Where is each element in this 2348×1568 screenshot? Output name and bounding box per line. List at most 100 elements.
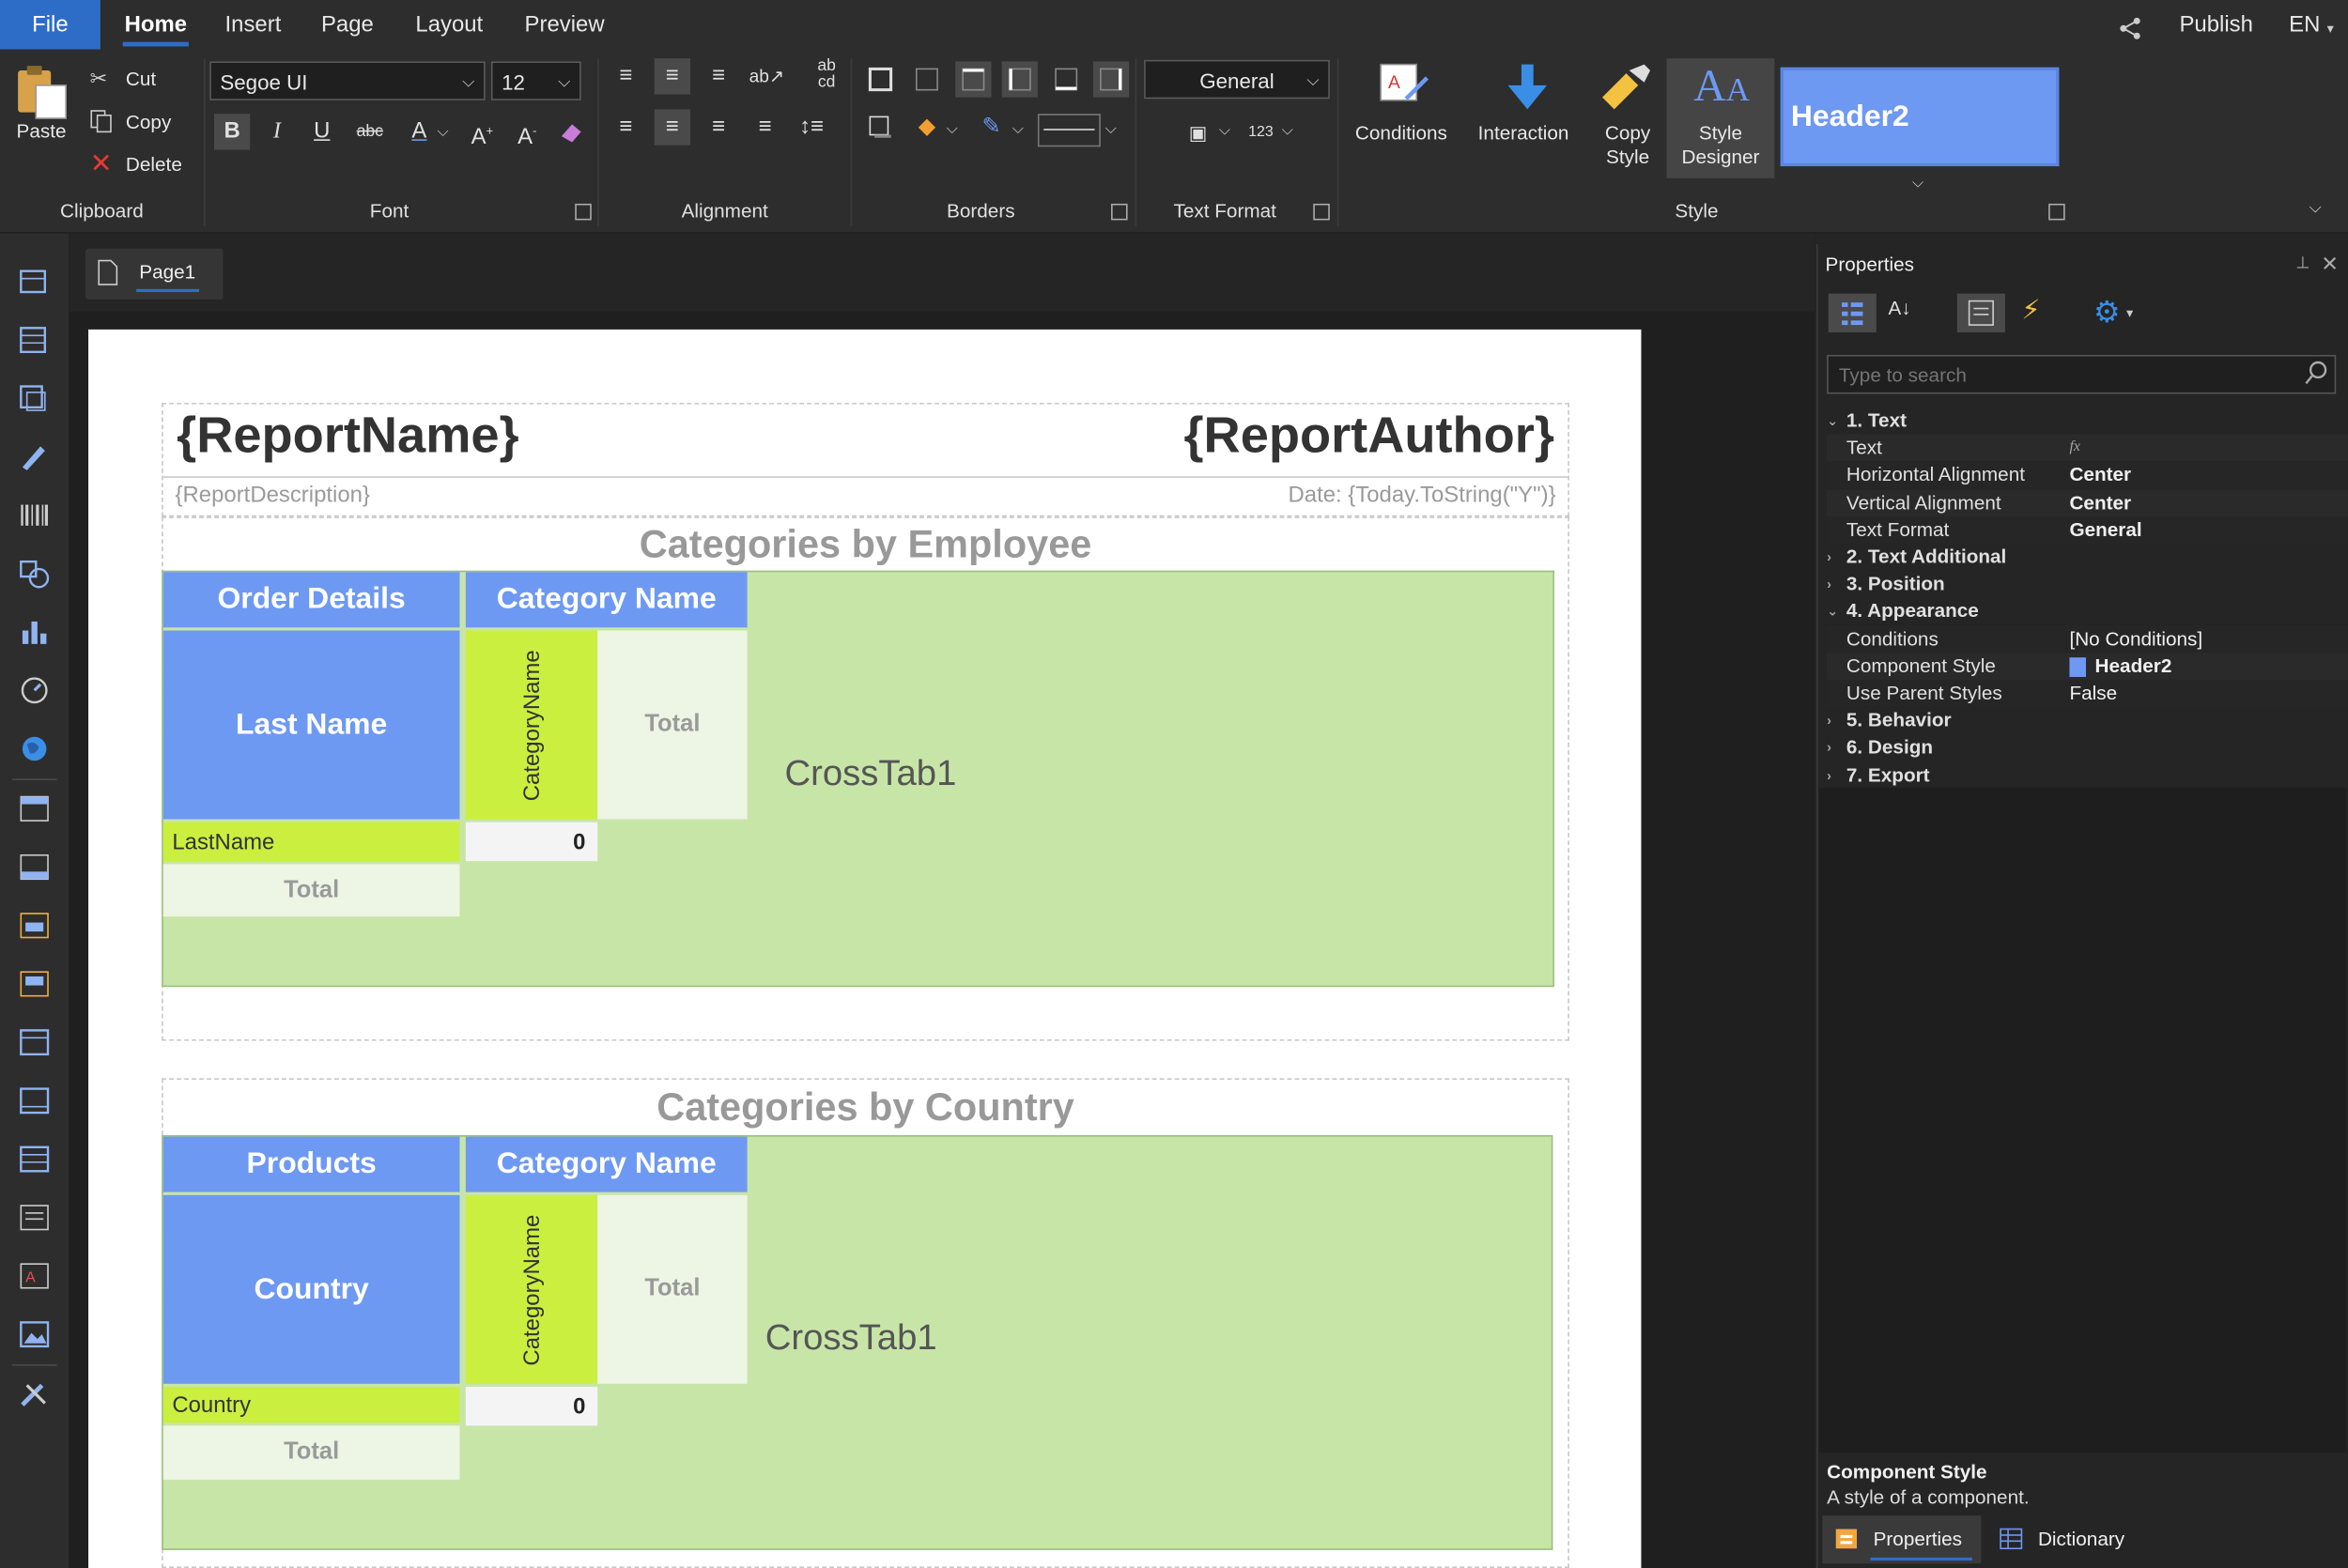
crosstab2-cell-value[interactable]: 0: [465, 1386, 598, 1426]
sort-alphabetical-icon[interactable]: A↓: [1889, 297, 1911, 319]
shapes-icon[interactable]: [18, 557, 51, 590]
tab-file[interactable]: File: [0, 0, 100, 50]
table-icon[interactable]: [18, 1143, 51, 1176]
crosstab2-title[interactable]: Categories by Country: [162, 1084, 1569, 1130]
crosstab1-title[interactable]: Categories by Employee: [162, 521, 1569, 567]
chevron-down-icon[interactable]: ⌵: [947, 121, 958, 138]
wrap-text-icon[interactable]: ab cd: [809, 57, 844, 94]
crosstab2-row-total[interactable]: Total: [162, 1425, 460, 1480]
property-value[interactable]: fx: [2069, 435, 2080, 462]
style-designer-button[interactable]: AA Style Designer: [1666, 58, 1775, 178]
barcode-icon[interactable]: [18, 499, 51, 531]
report-title-band-icon[interactable]: [18, 792, 51, 825]
chevron-down-icon[interactable]: ⌵: [1912, 176, 1923, 192]
style-preview-header2[interactable]: Header2: [1780, 67, 2060, 167]
tab-home[interactable]: Home: [101, 0, 210, 50]
top-border-icon[interactable]: [955, 61, 992, 98]
crosstab2-row-value[interactable]: Country: [162, 1386, 460, 1423]
tab-page[interactable]: Page: [305, 0, 389, 50]
text-rotation-icon[interactable]: ab↗: [749, 58, 784, 94]
tab-page1[interactable]: Page1: [85, 248, 224, 300]
property-row[interactable]: Text Format General: [1827, 515, 2348, 544]
font-size-select[interactable]: 12 ⌵: [490, 61, 581, 100]
shadow-icon[interactable]: [862, 109, 898, 145]
property-view-button[interactable]: [1956, 293, 2005, 333]
ribbon-collapse-icon[interactable]: ⌵: [2309, 199, 2322, 219]
right-border-icon[interactable]: [1092, 61, 1130, 98]
align-justify-icon[interactable]: ≡: [748, 109, 783, 145]
tab-preview[interactable]: Preview: [509, 0, 620, 50]
property-value[interactable]: Header2: [2069, 653, 2171, 680]
crosstab1-row-field[interactable]: Last Name: [162, 630, 460, 820]
paste-icon[interactable]: [12, 61, 72, 121]
rich-text-icon[interactable]: A: [18, 1259, 51, 1292]
crossbands-icon[interactable]: [18, 324, 51, 357]
expand-down-icon[interactable]: ⌄: [1827, 407, 1838, 435]
chevron-down-icon[interactable]: ⌵: [1012, 121, 1024, 138]
chevron-down-icon[interactable]: ▾: [2126, 305, 2133, 322]
crosstab2-row-field[interactable]: Country: [162, 1194, 460, 1384]
align-bottom-icon[interactable]: ≡: [701, 58, 736, 94]
property-category[interactable]: ⌄ 4. Appearance: [1827, 598, 2348, 625]
property-row[interactable]: Horizontal Alignment Center: [1827, 461, 2348, 489]
expand-right-icon[interactable]: ›: [1827, 707, 1831, 734]
property-category[interactable]: › 6. Design: [1827, 734, 2348, 761]
paste-button[interactable]: Paste: [17, 120, 67, 143]
report-description-text[interactable]: {ReportDescription}: [176, 483, 370, 508]
property-row[interactable]: Vertical Alignment Center: [1827, 488, 2348, 516]
tab-insert[interactable]: Insert: [209, 0, 296, 50]
expand-right-icon[interactable]: ›: [1827, 761, 1831, 789]
language-selector[interactable]: EN: [2279, 0, 2330, 50]
strikethrough-button[interactable]: abc: [352, 114, 388, 149]
property-search-input[interactable]: [1827, 355, 2337, 394]
font-dialog-launcher[interactable]: [575, 203, 592, 221]
crosstab2-col-total[interactable]: Total: [597, 1194, 748, 1384]
report-page[interactable]: {ReportName} {ReportAuthor} {ReportDescr…: [88, 329, 1642, 1568]
crosstab1-cell-value[interactable]: 0: [465, 822, 598, 862]
footer-band-icon[interactable]: [18, 1084, 51, 1117]
property-category[interactable]: › 5. Behavior: [1827, 707, 2348, 734]
shapes-pen-icon[interactable]: [18, 440, 51, 473]
map-globe-icon[interactable]: [18, 732, 51, 765]
delete-button[interactable]: Delete: [126, 153, 182, 176]
no-border-icon[interactable]: [909, 61, 945, 97]
font-color-button[interactable]: A: [401, 114, 437, 149]
publish-button[interactable]: Publish: [2165, 0, 2266, 50]
categorized-view-button[interactable]: [1828, 293, 1877, 333]
bands-icon[interactable]: [18, 265, 51, 298]
chevron-down-icon[interactable]: ⌵: [438, 124, 449, 141]
property-value[interactable]: General: [2069, 516, 2141, 544]
expand-right-icon[interactable]: ›: [1827, 571, 1831, 598]
property-category[interactable]: › 3. Position: [1827, 571, 2348, 598]
crosstab1-row-total[interactable]: Total: [162, 864, 460, 917]
crosstab2-col-field[interactable]: CategoryName: [465, 1194, 598, 1384]
property-value[interactable]: Center: [2069, 489, 2131, 516]
crosstab1-row-value[interactable]: LastName: [162, 822, 460, 862]
chevron-down-icon[interactable]: ▾: [2327, 21, 2334, 38]
property-category[interactable]: ⌄ 1. Text: [1827, 407, 2348, 435]
crosstab2-row-header[interactable]: Products: [162, 1136, 460, 1192]
left-border-icon[interactable]: [1001, 61, 1038, 98]
data-band-icon[interactable]: [18, 1026, 51, 1059]
crosstab2-col-header[interactable]: Category Name: [465, 1136, 748, 1192]
chevron-down-icon[interactable]: ⌵: [1219, 123, 1230, 140]
border-style-select[interactable]: [1037, 114, 1101, 147]
property-row[interactable]: Conditions [No Conditions]: [1827, 625, 2348, 653]
expand-down-icon[interactable]: ⌄: [1827, 598, 1838, 625]
line-spacing-icon[interactable]: ↕≡: [794, 109, 829, 145]
align-center-icon[interactable]: ≡: [654, 109, 691, 146]
shrink-font-button[interactable]: A-: [509, 114, 545, 149]
text-format-dialog-launcher[interactable]: [1313, 203, 1330, 221]
grow-font-button[interactable]: A+: [464, 114, 500, 149]
header-band-icon[interactable]: [18, 909, 51, 942]
image-icon[interactable]: [18, 1318, 51, 1351]
share-icon[interactable]: [2117, 15, 2144, 42]
events-lightning-icon[interactable]: ⚡: [2021, 295, 2040, 326]
property-row[interactable]: Text fx: [1827, 434, 2348, 462]
fill-color-icon[interactable]: ◆: [909, 109, 945, 145]
date-text[interactable]: Date: {Today.ToString("Y")}: [1136, 483, 1555, 508]
expand-right-icon[interactable]: ›: [1827, 544, 1831, 571]
tab-properties[interactable]: Properties: [1822, 1515, 1982, 1564]
borders-dialog-launcher[interactable]: [1111, 203, 1128, 221]
interaction-button[interactable]: Interaction: [1478, 121, 1569, 144]
